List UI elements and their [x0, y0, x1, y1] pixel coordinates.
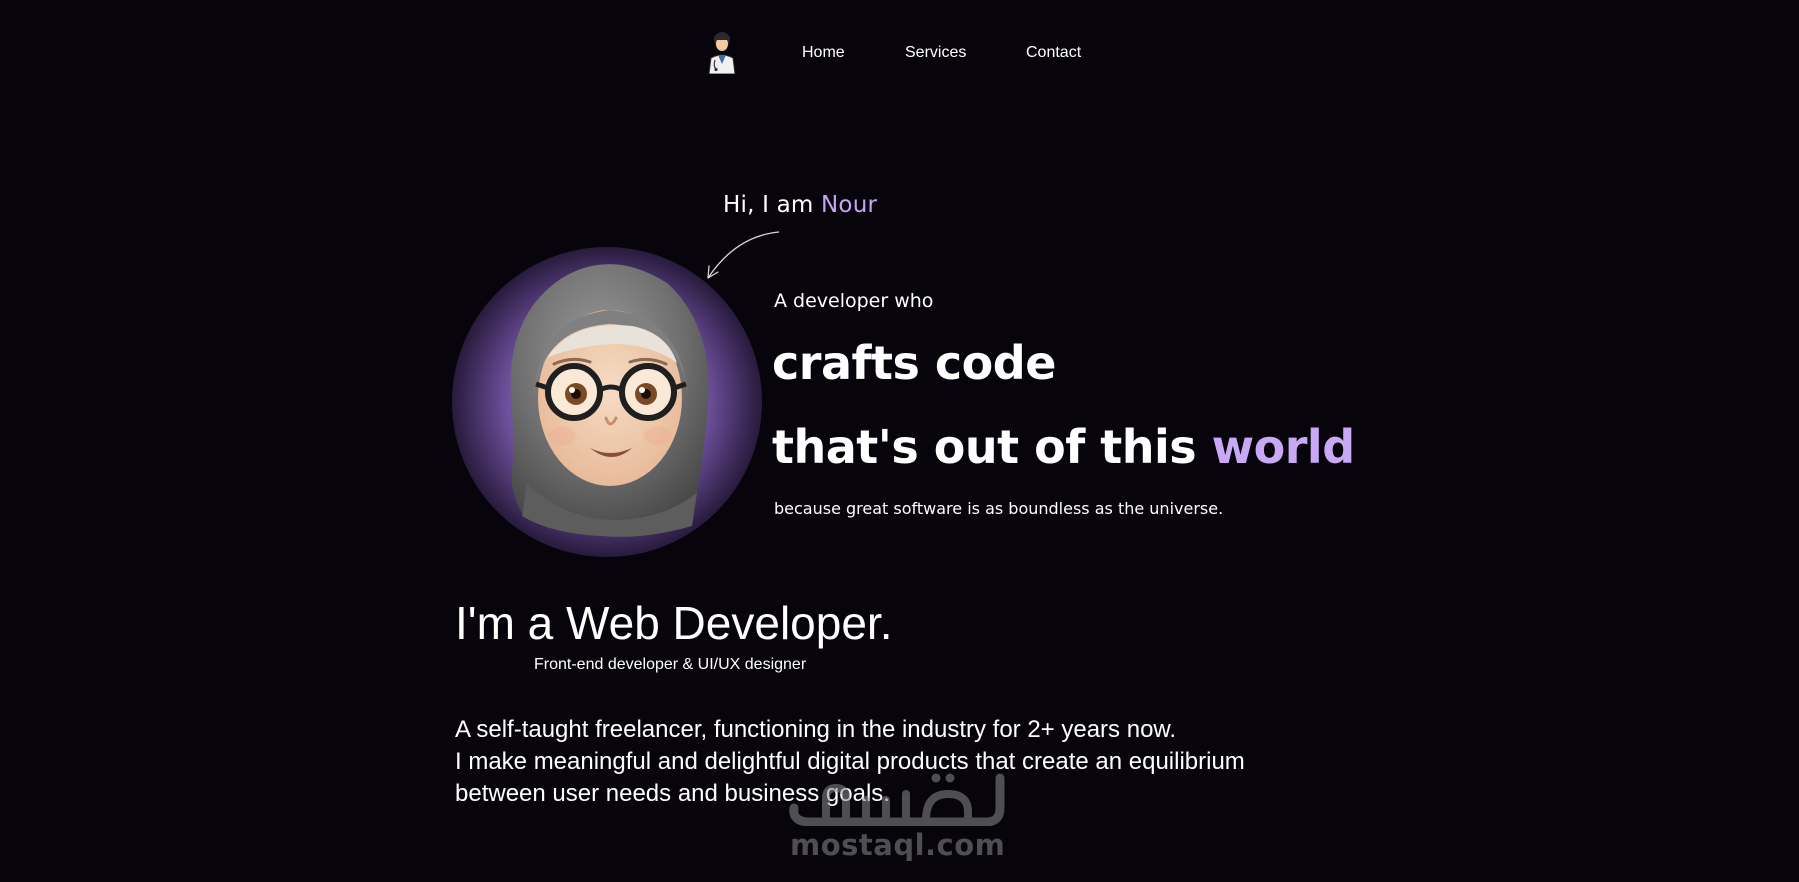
mostaql-arabic-logo [789, 773, 1005, 826]
hijab-memoji-avatar [510, 264, 709, 537]
headline-accent-word: world [1211, 420, 1355, 474]
developer-avatar-icon[interactable] [705, 30, 739, 74]
bio-line: A self-taught freelancer, functioning in… [455, 716, 1177, 743]
greeting-prefix: Hi, I am [723, 192, 822, 218]
headline-line2-prefix: that's out of this [772, 420, 1212, 474]
nav-services-link[interactable]: Services [905, 44, 966, 62]
about-subtitle: Front-end developer & UI/UX designer [534, 656, 807, 673]
nav-home-link[interactable]: Home [802, 44, 845, 62]
hero-headline-line2: that's out of this world [772, 420, 1355, 474]
mostaql-watermark: mostaql.com [786, 768, 1016, 868]
hero-tagline: because great software is as boundless a… [774, 499, 1224, 518]
hero-greeting: Hi, I am Nour [723, 192, 877, 218]
mostaql-domain: mostaql.com [790, 828, 1006, 862]
nav-contact-link[interactable]: Contact [1026, 44, 1081, 62]
greeting-name: Nour [821, 192, 878, 218]
top-nav: Home Services Contact [0, 30, 1799, 76]
hero-intro: A developer who [774, 290, 934, 312]
portfolio-page: Home Services Contact Hi, I am Nour A de… [0, 0, 1799, 882]
about-title: I'm a Web Developer. [455, 597, 893, 649]
hero-headline-line1: crafts code [772, 336, 1056, 390]
